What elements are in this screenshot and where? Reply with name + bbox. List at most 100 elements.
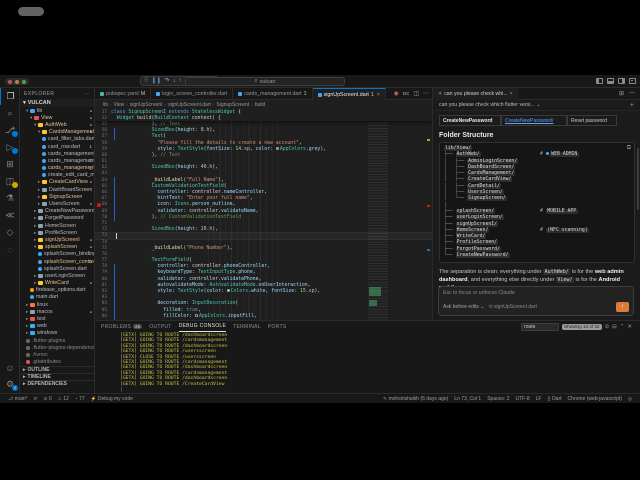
accounts-icon[interactable]: ☺	[0, 359, 20, 376]
tree-item--hvmrc[interactable]: .hvmrc	[20, 351, 94, 358]
status-item-encoding[interactable]: UTF-8	[515, 396, 529, 402]
status-item-git-branch[interactable]: ⎇ main*	[8, 396, 28, 402]
breadcrumb-item[interactable]: signUpScreenI	[130, 102, 163, 108]
settings-gear-icon[interactable]: ⚙ 1	[0, 376, 20, 393]
collapse-all-icon[interactable]: ⊟	[612, 324, 617, 330]
send-button[interactable]: ↑	[616, 302, 629, 312]
step-over-icon[interactable]: ↷	[164, 78, 169, 84]
chat-thread-dropdown[interactable]: can you please check which flutter versi…	[433, 100, 640, 111]
tree-item-writecard[interactable]: ▸ WriteCard ●	[20, 280, 94, 287]
tree-item-signupscreeni[interactable]: ▸ signUpScreenI ●	[20, 236, 94, 243]
split-editor-icon[interactable]: ◫	[413, 90, 419, 97]
status-item-eol[interactable]: LF	[536, 396, 542, 402]
minimize-button[interactable]	[15, 79, 19, 84]
tree-item-firebase-options-dart[interactable]: firebase_options.dart	[20, 287, 94, 294]
toggle-panel-icon[interactable]	[607, 78, 614, 84]
water-drop-icon[interactable]: ◌	[0, 241, 20, 258]
status-item-notifications[interactable]: ◎	[628, 396, 632, 402]
panel-tab-ports[interactable]: PORTS	[268, 321, 287, 332]
status-item-debug-target[interactable]: Chrome (web-javascript)	[568, 396, 622, 402]
remote-explorer-icon[interactable]: ≪	[0, 207, 20, 224]
breadcrumb-item[interactable]: lib	[103, 102, 108, 108]
preview-icon[interactable]: ◇	[0, 224, 20, 241]
close-icon[interactable]: ×	[377, 92, 380, 98]
editor-tab-signupscreeni-dart[interactable]: signUpScreenI.dart 1 ×	[312, 88, 386, 100]
status-item-debug-task[interactable]: ⚡ Debug my code	[91, 396, 133, 402]
workspace-root[interactable]: ▾ VULCAN	[20, 99, 94, 107]
sidebar-section-dependencies[interactable]: ▸ DEPENDENCIES	[20, 379, 94, 387]
tree-item-splashscreen[interactable]: ▾ splashScreen ●	[20, 244, 94, 251]
panel-tab-problems[interactable]: PROBLEMS 89	[101, 321, 143, 332]
editor-tab-pubspec-yaml[interactable]: pubspec.yaml M	[95, 88, 152, 100]
minimap[interactable]	[368, 109, 388, 320]
run-debug-icon[interactable]: ▷	[0, 139, 20, 156]
tree-item-windows[interactable]: ▸ windows	[20, 330, 94, 337]
breadcrumb-item[interactable]: signUpScreenI.dart	[168, 102, 211, 108]
status-item-errors[interactable]: ⊘ 0	[43, 396, 51, 402]
close-button[interactable]	[8, 79, 12, 84]
console-filter-input[interactable]	[521, 322, 560, 331]
toggle-primary-sidebar-icon[interactable]	[596, 78, 603, 84]
tree-item-homescreen[interactable]: ▸ HomeScreen	[20, 222, 94, 229]
tree-item-main-dart[interactable]: main.dart	[20, 294, 94, 301]
tree-item-dashboardscreen[interactable]: ▸ DashBoardScreen	[20, 186, 94, 193]
tree-item-splashscreen-controller-dart[interactable]: splashScreen_controller.dart1	[20, 258, 94, 265]
status-item-indentation[interactable]: Spaces: 2	[487, 396, 509, 402]
docker-icon[interactable]: ◫	[0, 173, 20, 190]
chat-tab[interactable]: ✳ can you please check whi... ×	[433, 87, 518, 100]
tree-item-web[interactable]: ▸ web	[20, 323, 94, 330]
tree-item--flutter-plugins[interactable]: .flutter-plugins	[20, 337, 94, 344]
clear-console-icon[interactable]: ⊘	[605, 324, 610, 330]
search-icon[interactable]: ⌕	[0, 105, 20, 122]
panel-tab-debug-console[interactable]: DEBUG CONSOLE	[178, 321, 227, 332]
chat-scrollbar[interactable]	[637, 148, 639, 210]
tree-item-cardsmanagement[interactable]: ▾ CardsManagement ●	[20, 129, 94, 136]
breakpoint-icon[interactable]	[97, 203, 101, 207]
tree-item-macos[interactable]: ▸ macos ●	[20, 308, 94, 315]
more-actions-icon[interactable]: ⋯	[423, 90, 429, 97]
customize-layout-icon[interactable]	[629, 78, 636, 84]
status-item-infos[interactable]: ◔ 77	[75, 396, 85, 402]
minimize-icon[interactable]: —	[629, 90, 635, 97]
tree-item-cards-management-controll-[interactable]: cards_management_controll...1	[20, 157, 94, 164]
tree-item-createcardview[interactable]: ▸ CreateCardView ●	[20, 179, 94, 186]
drag-handle-icon[interactable]: ⠿	[144, 78, 148, 84]
table-cell-link[interactable]: CreateNewPassword/	[501, 115, 567, 126]
tree-item-create-edit-card-modal-dart[interactable]: create_edit_card_modal.dart	[20, 172, 94, 179]
breadcrumb-item[interactable]: SignupScreenI	[216, 102, 249, 108]
tree-item-splashscreen-binding-dart[interactable]: splashScreen_binding.dart	[20, 251, 94, 258]
chat-input-box[interactable]: Esc to focus or unfocus Claude Ask befor…	[438, 286, 634, 316]
command-center-search[interactable]: ⌕ vulcan	[185, 77, 345, 86]
close-icon[interactable]: ×	[510, 91, 513, 97]
toggle-secondary-sidebar-icon[interactable]	[618, 78, 625, 84]
tree-item-cards-management-dart[interactable]: cards_management.dart1	[20, 165, 94, 172]
history-icon[interactable]: ⊞	[619, 90, 624, 97]
edit-mode-selector[interactable]: Ask before edits ⌄	[443, 304, 484, 310]
tree-item-card-row-dart[interactable]: card_row.dart 1	[20, 143, 94, 150]
maximize-panel-icon[interactable]: ⌃	[620, 324, 625, 330]
status-item-warnings[interactable]: ⚠ 12	[58, 396, 69, 402]
explorer-icon[interactable]: ❐	[0, 88, 20, 105]
status-item-language-mode[interactable]: {} Dart	[547, 396, 561, 402]
run-devtools-icon[interactable]: ◉	[394, 90, 399, 97]
tree-item-splashscreen-dart[interactable]: splashScreen.dart	[20, 265, 94, 272]
tree-item--flutter-plugins-dependencies[interactable]: .flutter-plugins-dependencies	[20, 344, 94, 351]
extensions-icon[interactable]: ⊞	[0, 156, 20, 173]
tree-item-forgetpassword[interactable]: ▸ ForgetPassword	[20, 215, 94, 222]
tree-item-usersscreen[interactable]: ▸ UsersScreen ●	[20, 200, 94, 207]
more-actions-icon[interactable]: ⋯	[85, 91, 90, 97]
tree-item-linux[interactable]: ▸ linux	[20, 301, 94, 308]
breadcrumb[interactable]: lib › View › signUpScreenI › signUpScreenI.dar…	[95, 100, 432, 109]
tree-item-createnewpassword[interactable]: ▸ CreateNewPassword	[20, 208, 94, 215]
tree-item-card-filter-tabs-dart[interactable]: card_filter_tabs.dart	[20, 136, 94, 143]
new-chat-button[interactable]: +	[630, 102, 634, 109]
breadcrumb-item[interactable]: View	[114, 102, 125, 108]
tree-item--gitattributes[interactable]: .gitattributes	[20, 359, 94, 366]
editor-tab-cards-management-dart[interactable]: cards_management.dart 1	[233, 88, 313, 100]
status-item-cursor-position[interactable]: Ln 73, Col 1	[454, 396, 481, 402]
close-panel-icon[interactable]: ✕	[627, 324, 632, 330]
tree-item-lib[interactable]: ▾ lib ●	[20, 107, 94, 114]
code-line-22[interactable]: 22 Widget build(BuildContext context) {	[95, 115, 432, 121]
tree-item-test[interactable]: ▸ test	[20, 315, 94, 322]
tree-item-signupscreen[interactable]: ▸ SignupScreen	[20, 193, 94, 200]
